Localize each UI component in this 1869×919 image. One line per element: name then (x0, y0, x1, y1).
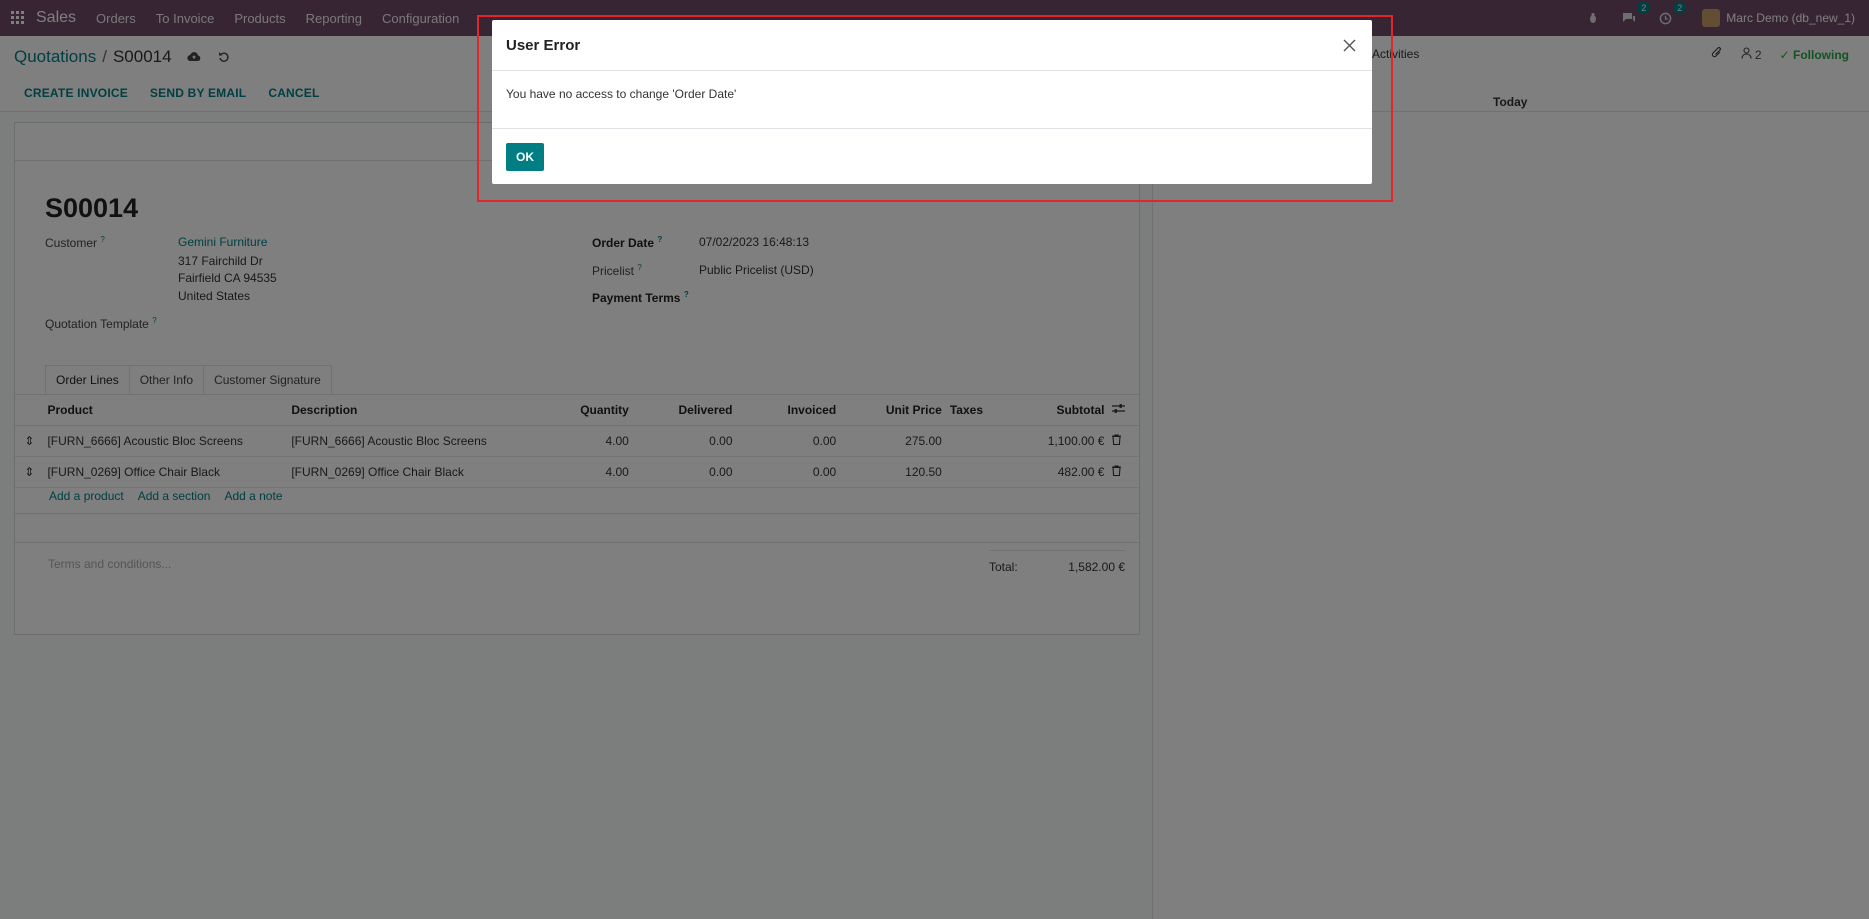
highlight-box (477, 15, 1393, 202)
